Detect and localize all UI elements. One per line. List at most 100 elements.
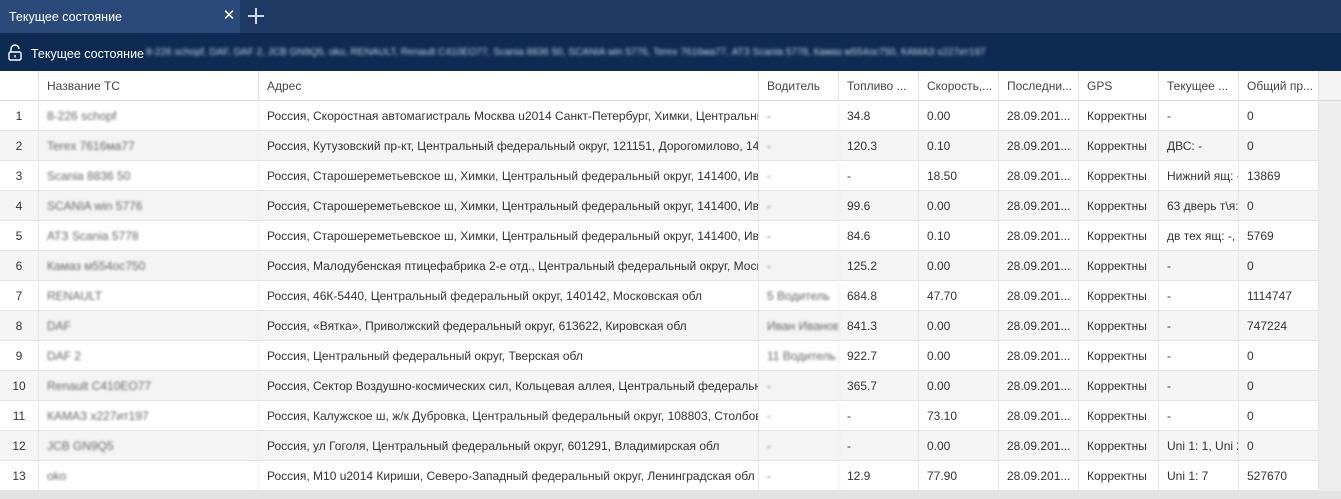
cell-col-gps: Корректны (1079, 311, 1159, 340)
cell-col-gps: Корректны (1079, 221, 1159, 250)
cell-col-driver: - (759, 461, 839, 490)
tab-current-state[interactable]: Текущее состояние (0, 0, 240, 33)
cell-col-speed: 0.00 (919, 311, 999, 340)
cell-col-last-time: 28.09.201... (999, 101, 1079, 130)
cell-col-current: - (1159, 341, 1239, 370)
cell-col-address: Россия, Калужское ш, ж/к Дубровка, Центр… (259, 401, 759, 430)
header-col-fuel[interactable]: Топливо ... (839, 71, 919, 101)
cell-col-speed: 0.00 (919, 371, 999, 400)
unlock-icon[interactable] (8, 44, 22, 61)
cell-col-gps: Корректны (1079, 251, 1159, 280)
vehicle-list: 8-226 schopf, DAF, DAF 2, JCB GN9Q5, oko… (146, 47, 986, 58)
cell-col-address: Россия, Старошереметьевское ш, Химки, Це… (259, 191, 759, 220)
cell-col-vehicle-name: JCB GN9Q5 (39, 431, 259, 460)
header-col-total[interactable]: Общий пр... (1239, 71, 1319, 101)
table-row[interactable]: 6 Камаз м554ос750 Россия, Малодубенская пт… (0, 251, 1319, 281)
table-row[interactable]: 5 АТЗ Scania 5778 Россия, Старошереметьевс… (0, 221, 1319, 251)
cell-col-address: Россия, Малодубенская птицефабрика 2-е о… (259, 251, 759, 280)
horizontal-scrollbar[interactable] (0, 491, 1341, 499)
cell-col-address: Россия, Старошереметьевское ш, Химки, Це… (259, 221, 759, 250)
table-row[interactable]: 1 8-226 schopf Россия, Скоростная автомаги… (0, 101, 1319, 131)
table-row[interactable]: 7 RENAULT Россия, 46К-5440, Центральный фе… (0, 281, 1319, 311)
cell-col-vehicle-name: КАМАЗ х227ит197 (39, 401, 259, 430)
cell-col-vehicle-name: SCANIA win 5776 (39, 191, 259, 220)
cell-col-fuel: 12.9 (839, 461, 919, 490)
cell-col-speed: 0.00 (919, 191, 999, 220)
cell-col-index: 6 (0, 251, 39, 280)
close-icon[interactable]: ✕ (221, 8, 237, 24)
table-row[interactable]: 13 oko Россия, М10 u2014 Кириши, Северо-За… (0, 461, 1319, 491)
cell-col-address: Россия, Центральный федеральный округ, Т… (259, 341, 759, 370)
cell-col-current: - (1159, 281, 1239, 310)
cell-col-index: 1 (0, 101, 39, 130)
cell-col-index: 5 (0, 221, 39, 250)
cell-col-driver: Иван Иванов (759, 311, 839, 340)
cell-col-fuel: - (839, 431, 919, 460)
cell-col-gps: Корректны (1079, 281, 1159, 310)
cell-col-last-time: 28.09.201... (999, 341, 1079, 370)
cell-col-fuel: 684.8 (839, 281, 919, 310)
table-row[interactable]: 9 DAF 2 Россия, Центральный федеральный ок… (0, 341, 1319, 371)
cell-col-speed: 0.00 (919, 431, 999, 460)
table-row[interactable]: 10 Renault C410EO77 Россия, Сектор Воздушн… (0, 371, 1319, 401)
header-col-vehicle-name[interactable]: Название ТС (39, 71, 259, 101)
cell-col-total: 0 (1239, 371, 1319, 400)
table-row[interactable]: 3 Scania 8836 50 Россия, Старошереметьевск… (0, 161, 1319, 191)
header-col-address[interactable]: Адрес (259, 71, 759, 101)
header-col-current[interactable]: Текущее ... (1159, 71, 1239, 101)
cell-col-driver: 11 Водитель (759, 341, 839, 370)
cell-col-fuel: 34.8 (839, 101, 919, 130)
cell-col-total: 0 (1239, 251, 1319, 280)
cell-col-fuel: 120.3 (839, 131, 919, 160)
cell-col-driver: - (759, 101, 839, 130)
header-col-speed[interactable]: Скорость,... (919, 71, 999, 101)
cell-col-index: 2 (0, 131, 39, 160)
table-row[interactable]: 2 Terex 7616ма77 Россия, Кутузовский пр-кт… (0, 131, 1319, 161)
cell-col-current: - (1159, 371, 1239, 400)
table-row[interactable]: 8 DAF Россия, «Вятка», Приволжский федерал… (0, 311, 1319, 341)
cell-col-last-time: 28.09.201... (999, 401, 1079, 430)
table-row[interactable]: 4 SCANIA win 5776 Россия, Старошереметьевс… (0, 191, 1319, 221)
cell-col-address: Россия, 46К-5440, Центральный федеральны… (259, 281, 759, 310)
header-col-driver[interactable]: Водитель (759, 71, 839, 101)
cell-col-total: 0 (1239, 191, 1319, 220)
cell-col-index: 9 (0, 341, 39, 370)
cell-col-vehicle-name: АТЗ Scania 5778 (39, 221, 259, 250)
vehicles-grid: Название ТС Адрес Водитель Топливо ... Скоро… (0, 71, 1341, 499)
cell-col-index: 10 (0, 371, 39, 400)
cell-col-address: Россия, М10 u2014 Кириши, Северо-Западны… (259, 461, 759, 490)
cell-col-address: Россия, ул Гоголя, Центральный федеральн… (259, 431, 759, 460)
cell-col-gps: Корректны (1079, 131, 1159, 160)
cell-col-last-time: 28.09.201... (999, 431, 1079, 460)
cell-col-address: Россия, Скоростная автомагистраль Москва… (259, 101, 759, 130)
header-col-gps[interactable]: GPS (1079, 71, 1159, 101)
cell-col-vehicle-name: Renault C410EO77 (39, 371, 259, 400)
plus-icon[interactable] (246, 6, 266, 26)
cell-col-current: - (1159, 251, 1239, 280)
cell-col-gps: Корректны (1079, 461, 1159, 490)
table-row[interactable]: 11 КАМАЗ х227ит197 Россия, Калужское ш, ж/… (0, 401, 1319, 431)
cell-col-speed: 0.10 (919, 131, 999, 160)
cell-col-last-time: 28.09.201... (999, 311, 1079, 340)
header-col-index[interactable] (0, 71, 39, 101)
cell-col-fuel: 922.7 (839, 341, 919, 370)
cell-col-gps: Корректны (1079, 161, 1159, 190)
cell-col-driver: - (759, 371, 839, 400)
header-col-last-time[interactable]: Последни... (999, 71, 1079, 101)
header-filler (1319, 71, 1341, 101)
grid-header: Название ТС Адрес Водитель Топливо ... Скоро… (0, 71, 1319, 101)
cell-col-address: Россия, «Вятка», Приволжский федеральный… (259, 311, 759, 340)
cell-col-current: - (1159, 311, 1239, 340)
table-row[interactable]: 12 JCB GN9Q5 Россия, ул Гоголя, Центральны… (0, 431, 1319, 461)
cell-col-fuel: 365.7 (839, 371, 919, 400)
cell-col-current: Uni 1: 1, Uni 2: (1159, 431, 1239, 460)
cell-col-index: 8 (0, 311, 39, 340)
cell-col-total: 0 (1239, 431, 1319, 460)
cell-col-current: 63 дверь т\я: (1159, 191, 1239, 220)
cell-col-fuel: 84.6 (839, 221, 919, 250)
cell-col-vehicle-name: Камаз м554ос750 (39, 251, 259, 280)
cell-col-vehicle-name: 8-226 schopf (39, 101, 259, 130)
cell-col-gps: Корректны (1079, 341, 1159, 370)
cell-col-driver: - (759, 431, 839, 460)
cell-col-gps: Корректны (1079, 191, 1159, 220)
